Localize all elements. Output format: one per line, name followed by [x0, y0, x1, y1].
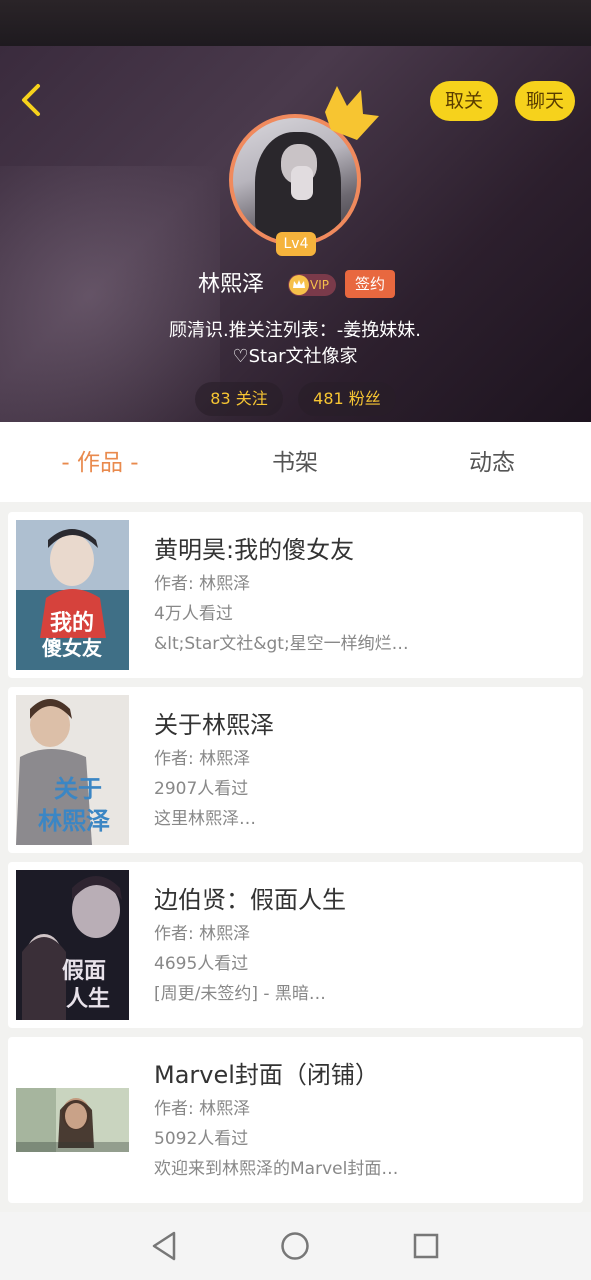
- book-views: 4695人看过: [154, 954, 249, 974]
- cover-title-1: 假面: [62, 958, 106, 984]
- book-card[interactable]: 关于 林熙泽 关于林熙泽 作者: 林熙泽 2907人看过 这里林熙泽…: [8, 687, 583, 853]
- cover-title-2: 傻女友: [42, 636, 102, 660]
- book-cover: 我的 傻女友: [16, 520, 129, 670]
- username: 林熙泽: [198, 272, 265, 297]
- unfollow-button[interactable]: 取关: [430, 81, 498, 121]
- signed-badge: 签约: [345, 270, 395, 298]
- triangle-back-icon: [152, 1231, 176, 1261]
- book-description: 这里林熙泽…: [154, 809, 256, 829]
- book-cover: [16, 1088, 129, 1152]
- bio: 顾清识.推关注列表：-姜挽妹妹. ♡Star文社像家: [120, 318, 470, 370]
- cover-image: 假面 人生: [16, 870, 129, 1020]
- book-author: 作者: 林熙泽: [154, 1099, 251, 1119]
- tab-bookshelf[interactable]: 书架: [235, 422, 355, 502]
- book-description: [周更/未签约] - 黑暗…: [154, 984, 326, 1004]
- book-author: 作者: 林熙泽: [154, 574, 251, 594]
- book-views: 2907人看过: [154, 779, 249, 799]
- book-description: &lt;Star文社&gt;星空一样绚烂…: [154, 634, 409, 654]
- vip-crown-icon: [289, 275, 309, 295]
- avatar-hand: [291, 166, 313, 200]
- cover-title-1: 我的: [50, 610, 94, 636]
- book-card[interactable]: 假面 人生 边伯贤：假面人生 作者: 林熙泽 4695人看过 [周更/未签约] …: [8, 862, 583, 1028]
- book-title: 黄明昊:我的傻女友: [154, 536, 355, 564]
- level-badge: Lv4: [276, 232, 316, 256]
- circle-home-icon: [281, 1232, 309, 1260]
- status-bar: [0, 0, 591, 46]
- cover-image: 我的 傻女友: [16, 520, 129, 670]
- name-row: 林熙泽 VIP 签约: [0, 268, 591, 304]
- following-count[interactable]: 83 关注: [195, 382, 283, 416]
- vip-badge: VIP: [288, 274, 336, 296]
- book-card[interactable]: 我的 傻女友 黄明昊:我的傻女友 作者: 林熙泽 4万人看过 &lt;Star文…: [8, 512, 583, 678]
- bio-line-2: ♡Star文社像家: [232, 346, 358, 367]
- book-title: Marvel封面（闭铺）: [154, 1061, 379, 1089]
- book-title: 关于林熙泽: [154, 711, 274, 739]
- profile-header: 取关 聊天 Lv4 林熙泽 VIP 签约 顾清识.推关注列表：-姜挽妹妹. ♡S…: [0, 46, 591, 422]
- cover-image: 关于 林熙泽: [16, 695, 129, 845]
- cover-title-2: 人生: [66, 986, 110, 1012]
- cover-title-1: 关于: [54, 774, 102, 803]
- fans-count[interactable]: 481 粉丝: [298, 382, 396, 416]
- system-nav-bar: [0, 1212, 591, 1280]
- profile-tabs: - 作品 - 书架 动态: [0, 422, 591, 502]
- crown-icon: [325, 86, 379, 140]
- book-cover: 关于 林熙泽: [16, 695, 129, 845]
- book-card[interactable]: Marvel封面（闭铺） 作者: 林熙泽 5092人看过 欢迎来到林熙泽的Mar…: [8, 1037, 583, 1203]
- cover-title-2: 林熙泽: [38, 806, 110, 835]
- nav-recents-button[interactable]: [408, 1228, 444, 1264]
- book-views: 4万人看过: [154, 604, 233, 624]
- chevron-left-icon: [22, 84, 40, 116]
- chat-button[interactable]: 聊天: [515, 81, 575, 121]
- book-author: 作者: 林熙泽: [154, 749, 251, 769]
- book-title: 边伯贤：假面人生: [154, 886, 346, 914]
- book-author: 作者: 林熙泽: [154, 924, 251, 944]
- vip-label: VIP: [310, 278, 329, 292]
- tab-works[interactable]: - 作品 -: [40, 422, 160, 502]
- avatar-container[interactable]: Lv4: [229, 86, 379, 256]
- square-recents-icon: [413, 1233, 439, 1259]
- nav-back-button[interactable]: [146, 1228, 182, 1264]
- book-cover: 假面 人生: [16, 870, 129, 1020]
- book-description: 欢迎来到林熙泽的Marvel封面…: [154, 1159, 399, 1179]
- tab-feed[interactable]: 动态: [432, 422, 552, 502]
- bio-line-1: 顾清识.推关注列表：-姜挽妹妹.: [169, 320, 421, 341]
- nav-home-button[interactable]: [277, 1228, 313, 1264]
- book-views: 5092人看过: [154, 1129, 249, 1149]
- back-button[interactable]: [14, 80, 50, 120]
- cover-image: [16, 1088, 129, 1152]
